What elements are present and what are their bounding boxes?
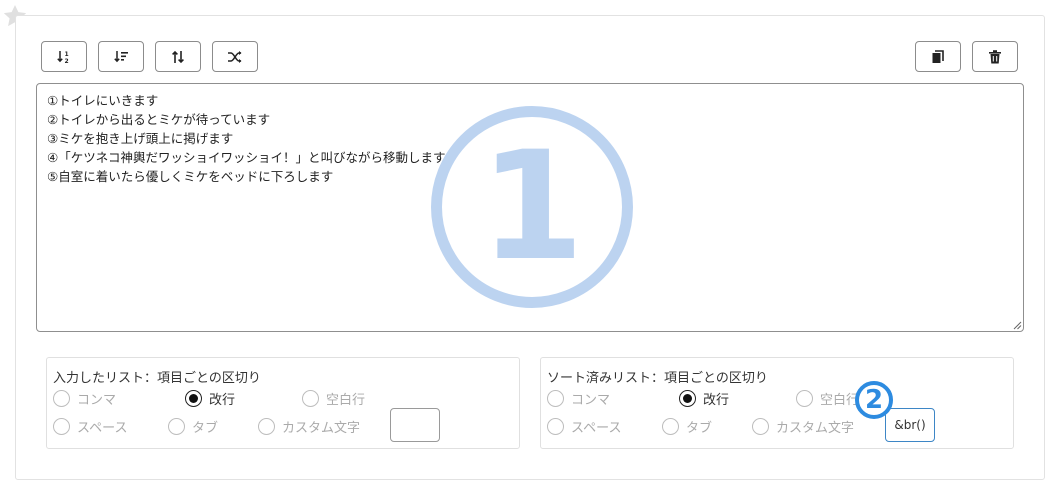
resize-grip-icon[interactable] [1012,320,1022,330]
sorted-radio-blank-line[interactable]: 空白行 [796,389,859,408]
radio-circle [796,390,813,407]
list-textarea[interactable]: ①トイレにいきます ②トイレから出るとミケが待っています ③ミケを抱き上げ頭上に… [36,83,1024,332]
radio-circle [302,390,319,407]
reverse-button[interactable] [155,41,201,72]
copy-icon [932,49,944,63]
input-radio-custom[interactable]: カスタム文字 [258,417,360,436]
delete-button[interactable] [972,41,1018,72]
radio-circle [258,418,275,435]
radio-circle [168,418,185,435]
shuffle-button[interactable] [212,41,258,72]
sort-ascending-icon: 1 2 [57,50,69,65]
copy-button[interactable] [915,41,961,72]
svg-text:1: 1 [65,51,69,58]
radio-label: タブ [686,421,713,436]
input-custom-separator-field[interactable] [390,408,440,442]
radio-label: タブ [192,421,219,436]
sorted-radio-tab[interactable]: タブ [662,417,712,436]
sorted-list-title: ソート済みリスト：項目ごとの区切り [547,371,768,386]
sorted-radio-comma[interactable]: コンマ [547,389,610,408]
sort-ascending-button[interactable]: 1 2 [41,41,87,72]
radio-label: コンマ [571,393,611,408]
radio-circle-checked [185,390,202,407]
sorted-custom-separator-field[interactable] [885,408,935,442]
input-radio-newline[interactable]: 改行 [185,389,235,408]
radio-circle [547,418,564,435]
sorted-radio-custom[interactable]: カスタム文字 [752,417,854,436]
sorted-radio-newline[interactable]: 改行 [679,389,729,408]
radio-label: スペース [77,421,128,436]
radio-label: 空白行 [820,393,860,408]
radio-label: 改行 [703,393,730,408]
radio-circle [752,418,769,435]
input-radio-comma[interactable]: コンマ [53,389,116,408]
radio-circle-checked [679,390,696,407]
radio-label: カスタム文字 [776,421,855,436]
input-radio-blank-line[interactable]: 空白行 [302,389,365,408]
reverse-icon [172,50,184,63]
shuffle-icon [228,50,242,63]
sorted-list-separator-group: ソート済みリスト：項目ごとの区切り コンマ 改行 空白行 スペース タブ カスタ… [540,357,1014,449]
radio-label: 空白行 [326,393,366,408]
sorted-radio-space[interactable]: スペース [547,417,621,436]
radio-label: 改行 [209,393,236,408]
radio-circle [53,418,70,435]
sort-descending-icon [114,50,128,62]
radio-label: スペース [571,421,622,436]
list-textarea-content[interactable]: ①トイレにいきます ②トイレから出るとミケが待っています ③ミケを抱き上げ頭上に… [37,84,1023,331]
radio-circle [547,390,564,407]
input-radio-space[interactable]: スペース [53,417,127,436]
input-list-title: 入力したリスト：項目ごとの区切り [53,371,261,386]
radio-label: コンマ [77,393,117,408]
trash-icon [989,49,1001,63]
input-list-separator-group: 入力したリスト：項目ごとの区切り コンマ 改行 空白行 スペース タブ カスタム… [46,357,520,449]
radio-label: カスタム文字 [282,421,361,436]
radio-circle [53,390,70,407]
input-radio-tab[interactable]: タブ [168,417,218,436]
svg-text:2: 2 [65,58,69,65]
radio-circle [662,418,679,435]
sort-descending-button[interactable] [98,41,144,72]
